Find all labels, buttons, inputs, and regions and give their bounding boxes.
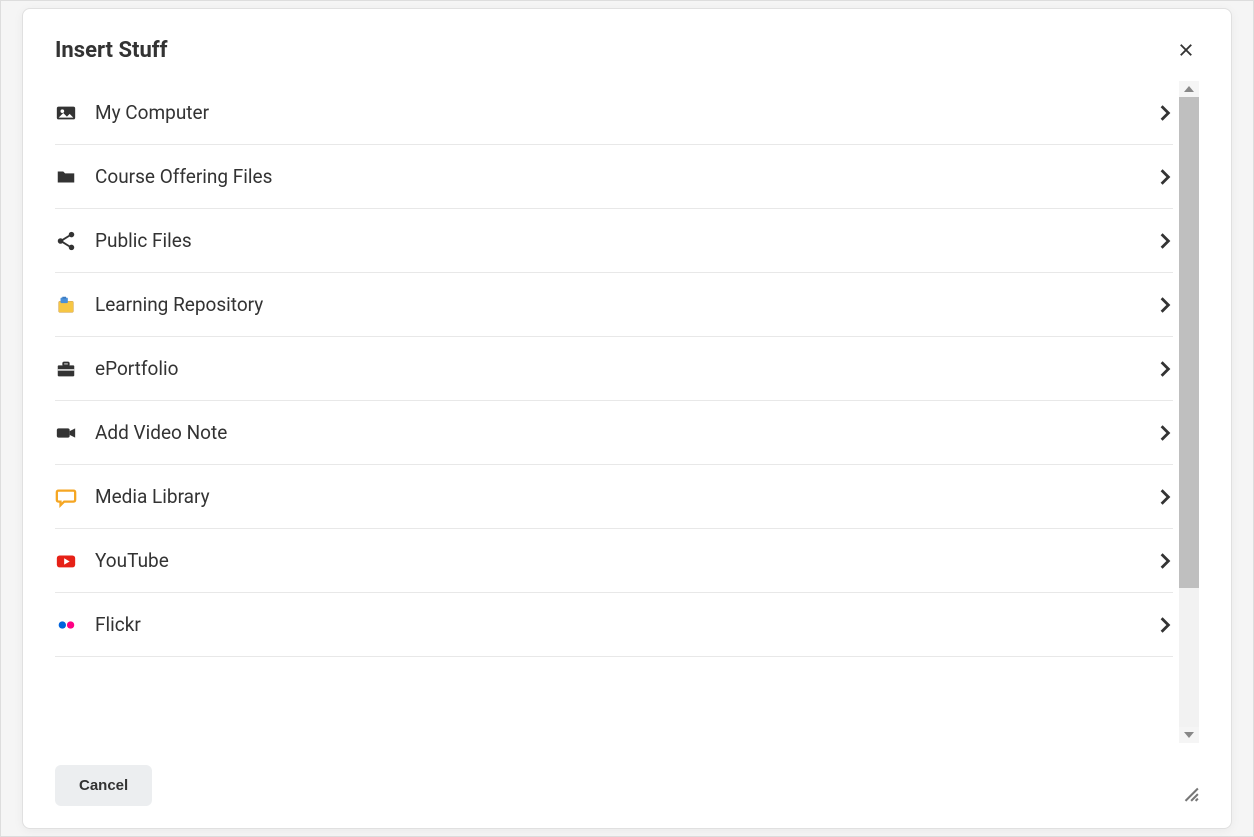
source-item-my-computer[interactable]: My Computer [55,81,1173,145]
source-item-label: My Computer [95,101,1141,124]
source-item-youtube[interactable]: YouTube [55,529,1173,593]
chevron-right-icon [1159,616,1171,634]
dialog-title: Insert Stuff [55,38,168,63]
share-icon [55,230,77,252]
source-item-media-library[interactable]: Media Library [55,465,1173,529]
image-icon [55,102,77,124]
source-list-container: My Computer Course Offering Files [55,81,1179,743]
scroll-thumb[interactable] [1179,97,1199,588]
source-list: My Computer Course Offering Files [55,81,1173,657]
chevron-right-icon [1159,360,1171,378]
video-camera-icon [55,422,77,444]
source-item-learning-repo[interactable]: Learning Repository [55,273,1173,337]
close-button[interactable] [1173,37,1199,63]
source-item-flickr[interactable]: Flickr [55,593,1173,657]
insert-stuff-dialog: Insert Stuff My Computer [22,8,1232,829]
source-item-label: Flickr [95,613,1141,636]
youtube-icon [55,550,77,572]
source-item-label: ePortfolio [95,357,1141,380]
source-item-label: Course Offering Files [95,165,1141,188]
repository-icon [55,294,77,316]
chevron-right-icon [1159,104,1171,122]
source-item-label: Media Library [95,485,1141,508]
source-item-label: Add Video Note [95,421,1141,444]
chevron-right-icon [1159,232,1171,250]
briefcase-icon [55,358,77,380]
dialog-header: Insert Stuff [23,9,1231,81]
source-item-label: Learning Repository [95,293,1141,316]
chevron-right-icon [1159,168,1171,186]
source-item-public-files[interactable]: Public Files [55,209,1173,273]
scroll-up-arrow-icon[interactable] [1179,81,1199,97]
chevron-right-icon [1159,424,1171,442]
close-icon [1177,41,1195,59]
flickr-icon [55,614,77,636]
scrollbar[interactable] [1179,81,1199,743]
dialog-body: My Computer Course Offering Files [23,81,1231,743]
source-item-label: Public Files [95,229,1141,252]
speech-bubble-icon [55,486,77,508]
scroll-down-arrow-icon[interactable] [1179,727,1199,743]
dialog-footer: Cancel [23,743,1231,828]
resize-handle-icon[interactable] [1181,784,1199,806]
source-item-course-files[interactable]: Course Offering Files [55,145,1173,209]
folder-icon [55,166,77,188]
chevron-right-icon [1159,552,1171,570]
cancel-button[interactable]: Cancel [55,765,152,806]
chevron-right-icon [1159,488,1171,506]
source-item-video-note[interactable]: Add Video Note [55,401,1173,465]
scroll-track[interactable] [1179,97,1199,727]
source-item-label: YouTube [95,549,1141,572]
chevron-right-icon [1159,296,1171,314]
source-item-eportfolio[interactable]: ePortfolio [55,337,1173,401]
